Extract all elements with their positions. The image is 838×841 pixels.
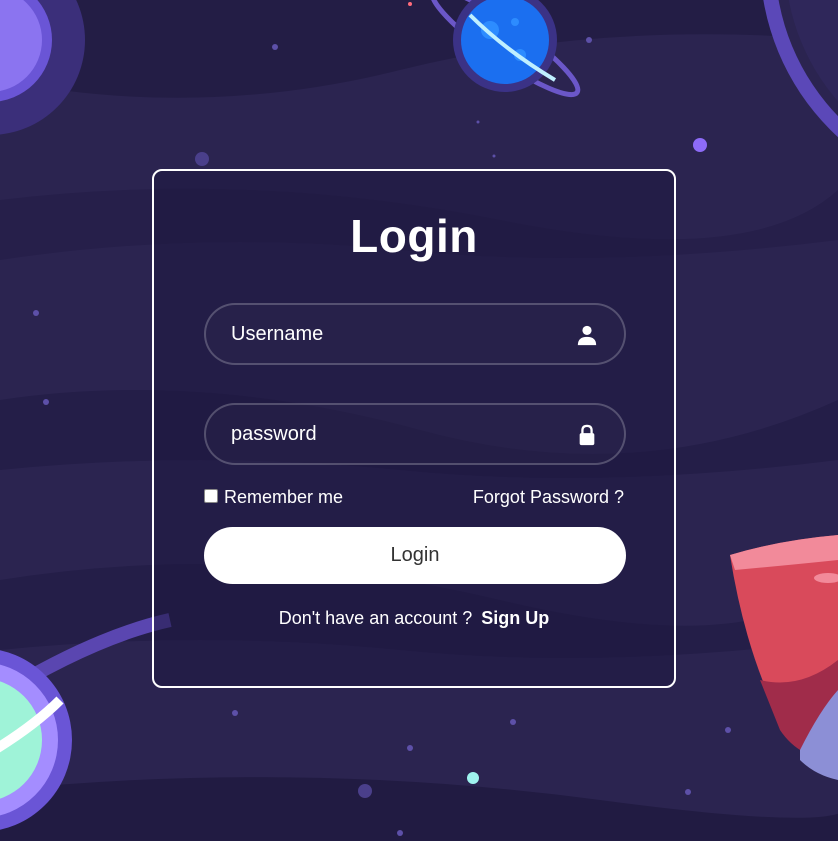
remember-label: Remember me (224, 487, 344, 507)
login-card: Login Remember me Forgot Password ? Logi… (152, 169, 676, 688)
signup-link[interactable]: Sign Up (481, 608, 549, 628)
signup-text: Don't have an account ? (278, 608, 473, 628)
login-title: Login (350, 210, 478, 262)
username-field[interactable] (204, 303, 626, 365)
login-button[interactable]: Login (204, 527, 626, 584)
lock-icon (579, 424, 595, 446)
signup-prompt: Don't have an account ? Sign Up (154, 608, 674, 629)
remember-me[interactable]: Remember me (204, 487, 343, 508)
user-icon (577, 325, 597, 346)
remember-checkbox[interactable] (204, 488, 218, 503)
forgot-password-link[interactable]: Forgot Password ? (473, 487, 624, 508)
password-input[interactable] (206, 405, 624, 463)
username-input[interactable] (206, 305, 624, 363)
password-field[interactable] (204, 403, 626, 465)
